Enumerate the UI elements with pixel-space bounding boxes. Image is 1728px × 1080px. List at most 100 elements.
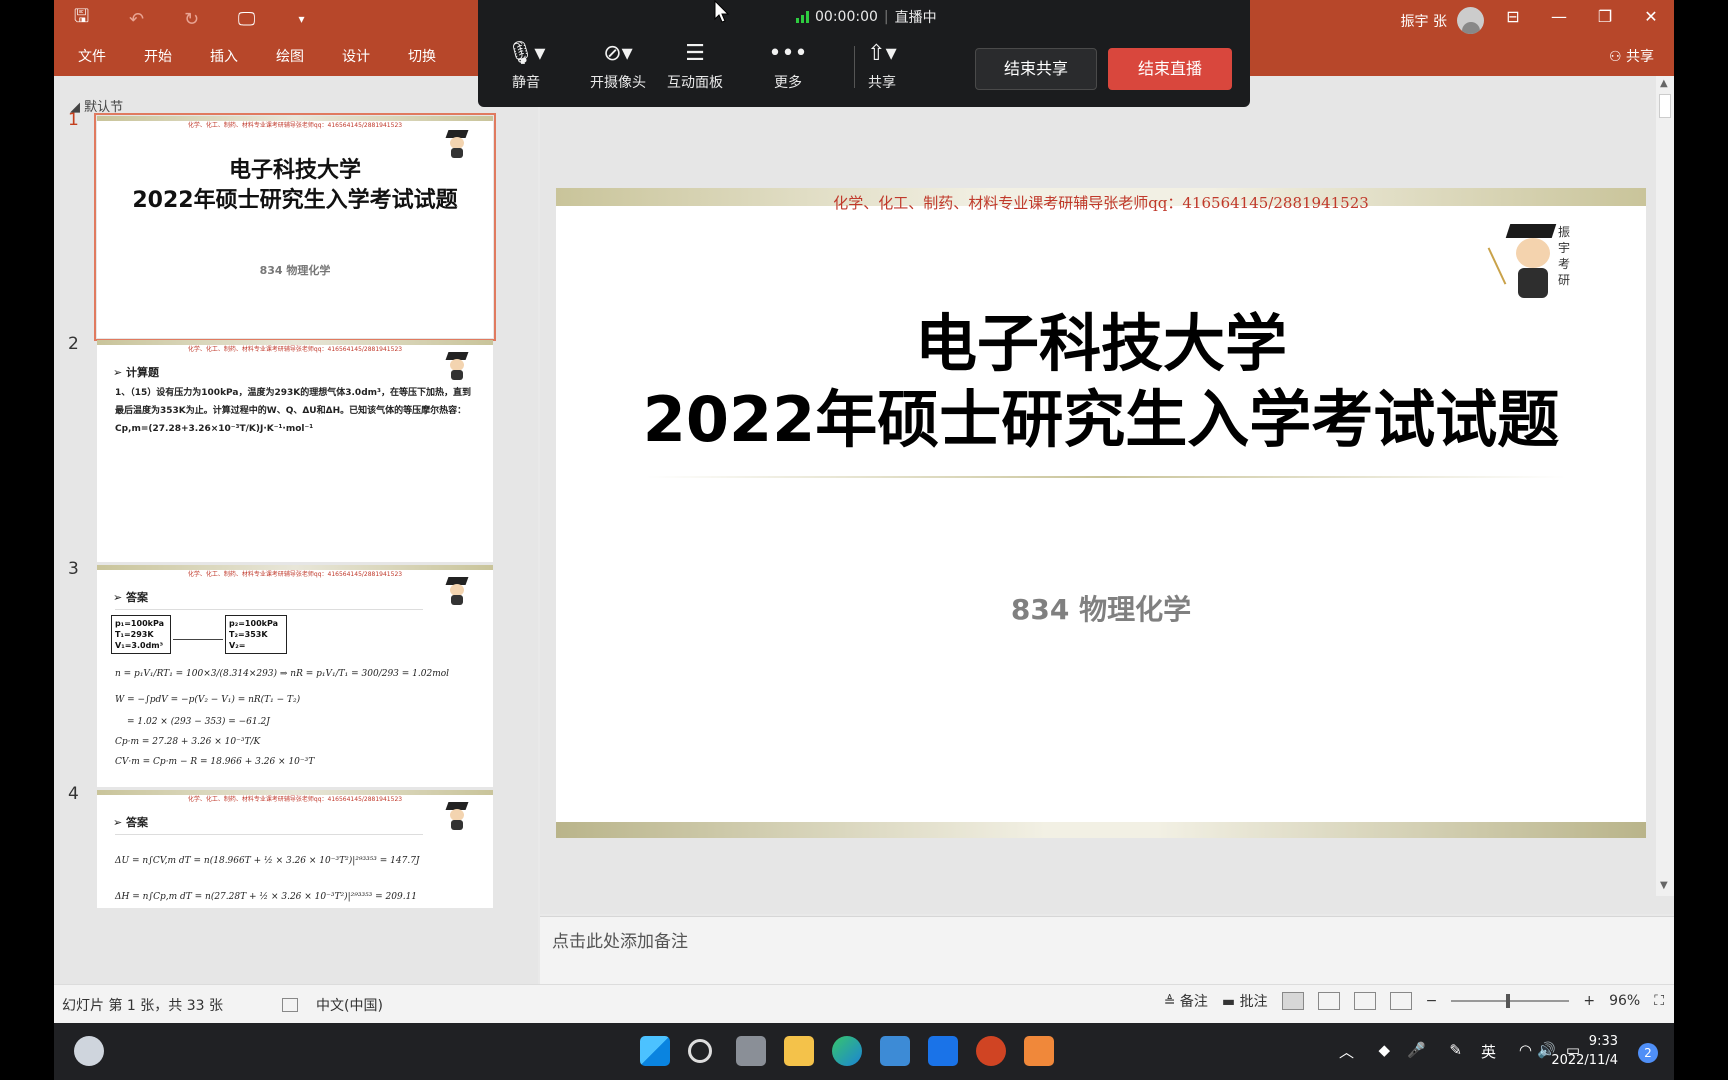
slideshow-icon[interactable] <box>1389 992 1412 1010</box>
tab-file[interactable]: 文件 <box>78 46 144 66</box>
reading-view-icon[interactable] <box>1353 992 1376 1010</box>
slide-header-text: 化学、化工、制药、材料专业课考研辅导张老师qq：416564145/288194… <box>833 194 1369 212</box>
redo-icon[interactable]: ↻ <box>164 9 219 30</box>
thumb-number: 2 <box>68 334 79 354</box>
thumb-title: 2022年硕士研究生入学考试试题 <box>132 188 458 213</box>
more-icon: ••• <box>768 41 808 66</box>
chevron-up-icon[interactable]: ︿ <box>1339 1041 1354 1062</box>
notification-badge[interactable]: 2 <box>1638 1043 1658 1063</box>
spellcheck-icon[interactable] <box>282 998 298 1012</box>
share-label: 共享 <box>1626 49 1654 65</box>
comments-button[interactable]: ▬ 批注 <box>1222 991 1268 1011</box>
tab-draw[interactable]: 绘图 <box>276 46 342 66</box>
interaction-panel-button[interactable]: ☰ 互动面板 <box>655 40 735 92</box>
share-button[interactable]: ⚇ 共享 <box>1609 46 1654 66</box>
slide-thumbnail-4[interactable]: 化学、化工、制药、材料专业课考研辅导张老师qq：416564145/288194… <box>97 790 493 908</box>
notes-button[interactable]: ≜ 备注 <box>1164 991 1208 1011</box>
tab-design[interactable]: 设计 <box>342 46 408 66</box>
meeting-app-icon[interactable] <box>1024 1036 1054 1066</box>
restore-icon[interactable]: ❐ <box>1582 4 1628 30</box>
powerpoint-window: 🖫 ↶ ↻ 🖵 ▾ 文件 开始 插入 绘图 设计 切换 振宇 张 ⊟ — ❐ ✕… <box>54 0 1674 1023</box>
thumb-heading: ➢ 计算题 <box>113 366 160 379</box>
zoom-out-icon[interactable]: − <box>1426 993 1438 1009</box>
minimize-icon[interactable]: — <box>1536 4 1582 30</box>
screen-share-icon: ⇧▾ <box>867 41 897 66</box>
equation: Cp·m = 27.28 + 3.26 × 10⁻³T/K <box>115 737 261 747</box>
thumb-header: 化学、化工、制药、材料专业课考研辅导张老师qq：416564145/288194… <box>187 122 403 129</box>
zoom-level[interactable]: 96% <box>1609 993 1640 1009</box>
notes-pane[interactable]: 点击此处添加备注 <box>540 916 1674 984</box>
scroll-up-icon[interactable]: ▲ <box>1660 78 1668 89</box>
pen-icon[interactable]: ✎ <box>1449 1041 1462 1059</box>
ribbon-display-icon[interactable]: ⊟ <box>1490 4 1536 30</box>
start-icon[interactable] <box>640 1036 670 1066</box>
file-explorer-icon[interactable] <box>784 1036 814 1066</box>
tray-app-icon[interactable]: ◆ <box>1378 1041 1390 1059</box>
equation: CV·m = Cp·m − R = 18.966 + 3.26 × 10⁻³T <box>115 757 315 767</box>
slide-thumbnail-2[interactable]: 化学、化工、制药、材料专业课考研辅导张老师qq：416564145/288194… <box>97 340 493 562</box>
footer-bar <box>556 822 1646 838</box>
clock[interactable]: 9:33 2022/11/4 <box>1551 1032 1618 1070</box>
wifi-icon[interactable]: ◠ <box>1519 1041 1532 1059</box>
normal-view-icon[interactable] <box>1281 992 1304 1010</box>
scroll-down-icon[interactable]: ▼ <box>1660 880 1668 891</box>
tab-insert[interactable]: 插入 <box>210 46 276 66</box>
notes-placeholder[interactable]: 点击此处添加备注 <box>552 927 688 952</box>
store-icon[interactable] <box>880 1036 910 1066</box>
weather-icon[interactable] <box>74 1036 104 1066</box>
zoom-slider[interactable] <box>1451 994 1570 1008</box>
present-icon[interactable]: 🖵 <box>219 9 274 30</box>
end-live-button[interactable]: 结束直播 <box>1108 48 1232 90</box>
slide-title[interactable]: 电子科技大学 <box>556 308 1646 380</box>
customize-qat-icon[interactable]: ▾ <box>274 12 329 26</box>
tab-transitions[interactable]: 切换 <box>408 46 474 66</box>
slide-sorter-icon[interactable] <box>1317 992 1340 1010</box>
meeting-toolbar: 00:00:00 | 直播中 🎙▾ 静音 ⊘▾ 开摄像头 ☰ 互动面板 ••• 更多 ⇧… <box>478 0 1250 107</box>
account[interactable]: 振宇 张 <box>1401 7 1484 34</box>
thumb-text: 1、（15）设有压力为100kPa，温度为293K的理想气体3.0dm³，在等压… <box>115 388 471 434</box>
slide-count: 幻灯片 第 1 张，共 33 张 <box>62 998 223 1014</box>
end-share-button[interactable]: 结束共享 <box>975 48 1097 90</box>
microphone-icon[interactable]: 🎤 <box>1407 1041 1426 1059</box>
app-icon[interactable] <box>928 1036 958 1066</box>
window-controls: ⊟ — ❐ ✕ <box>1490 4 1674 30</box>
close-icon[interactable]: ✕ <box>1628 4 1674 30</box>
mouse-cursor <box>714 0 730 23</box>
more-button[interactable]: ••• 更多 <box>748 40 828 92</box>
mascot-logo <box>445 802 471 830</box>
mascot-logo: 振宇考研 <box>1487 224 1578 304</box>
slide-thumbnail-3[interactable]: 化学、化工、制药、材料专业课考研辅导张老师qq：416564145/288194… <box>97 565 493 787</box>
section-label: 默认节 <box>84 100 124 115</box>
clock-date: 2022/11/4 <box>1551 1053 1618 1068</box>
mute-button[interactable]: 🎙▾ 静音 <box>486 40 566 92</box>
thumb-number: 3 <box>68 559 79 579</box>
current-slide[interactable]: 化学、化工、制药、材料专业课考研辅导张老师qq：416564145/288194… <box>556 188 1646 838</box>
slide-title-2[interactable]: 2022年硕士研究生入学考试试题 <box>556 384 1646 456</box>
thumb-title: 电子科技大学 <box>228 158 361 183</box>
undo-icon[interactable]: ↶ <box>109 9 164 30</box>
vertical-scrollbar[interactable]: ▲ ▼ <box>1656 76 1674 896</box>
search-icon[interactable] <box>688 1039 712 1063</box>
thumb-header: 化学、化工、制药、材料专业课考研辅导张老师qq：416564145/288194… <box>187 346 403 353</box>
slide-subtitle[interactable]: 834 物理化学 <box>556 588 1646 628</box>
edge-icon[interactable] <box>832 1036 862 1066</box>
powerpoint-icon[interactable] <box>976 1036 1006 1066</box>
comments-label: 批注 <box>1239 994 1268 1010</box>
signal-icon <box>796 11 809 23</box>
slide-thumbnail-1[interactable]: 化学、化工、制药、材料专业课考研辅导张老师qq：416564145/288194… <box>94 113 496 341</box>
equation: n = p₁V₁/RT₁ = 100×3/(8.314×293) ⇒ nR = … <box>115 669 450 679</box>
ime-indicator[interactable]: 英 <box>1481 1041 1496 1062</box>
scroll-thumb[interactable] <box>1659 94 1671 118</box>
tab-home[interactable]: 开始 <box>144 46 210 66</box>
fit-to-window-icon[interactable]: ⛶ <box>1654 993 1664 1009</box>
save-icon[interactable]: 🖫 <box>54 4 109 34</box>
quick-access-toolbar: 🖫 ↶ ↻ 🖵 ▾ <box>54 6 329 32</box>
task-view-icon[interactable] <box>736 1036 766 1066</box>
language-indicator[interactable]: 中文(中国) <box>282 995 383 1015</box>
screen-share-button[interactable]: ⇧▾ 共享 <box>842 40 922 92</box>
notes-label: 备注 <box>1179 994 1208 1010</box>
avatar[interactable] <box>1457 7 1484 34</box>
equation: ΔU = n∫CV,m dT = n(18.966T + ½ × 3.26 × … <box>115 856 420 866</box>
camera-button[interactable]: ⊘▾ 开摄像头 <box>578 40 658 92</box>
zoom-in-icon[interactable]: + <box>1583 993 1595 1009</box>
